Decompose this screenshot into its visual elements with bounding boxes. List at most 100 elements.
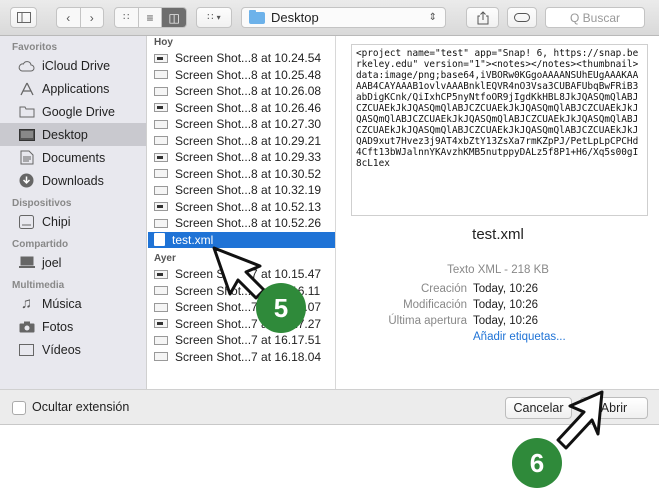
image-file-icon [154,319,168,329]
file-row[interactable]: Screen Shot...7 at 16.17.27 [148,316,335,333]
tags-button[interactable] [507,7,537,28]
file-name: Screen Shot...8 at 10.52.26 [175,216,322,231]
image-file-icon [154,169,168,179]
metadata-key: Creación [420,283,467,295]
sidebar-section-media: Multimedia [12,280,65,291]
file-name: Screen Shot...7 at 16.17.27 [175,316,322,331]
image-file-icon [154,218,168,228]
metadata-value: Today, 10:26 [473,283,539,295]
list-icon: ≡ [146,10,154,25]
columns-icon: ◫ [168,10,180,25]
file-name: Screen Shot...7 at 16.18.04 [175,349,322,364]
file-row[interactable]: Screen Shot...8 at 10.25.48 [148,67,335,84]
view-mode-selector: ∷ ≡ ◫ [114,7,187,28]
file-row-selected[interactable]: test.xml [148,231,335,248]
file-name: Screen Shot...8 at 10.26.08 [175,84,322,99]
image-file-icon [154,202,168,212]
file-name: Screen Shot...8 at 10.52.13 [175,199,322,214]
sidebar-item-chipi[interactable]: Chipi [0,210,146,233]
file-row[interactable]: Screen Shot...8 at 10.30.52 [148,166,335,183]
arrange-button[interactable]: ∷ ▾ [196,7,232,28]
column-view-button[interactable]: ◫ [162,8,186,27]
file-name: Screen Shot...8 at 10.30.52 [175,166,322,181]
file-row[interactable]: Screen Shot...8 at 10.29.21 [148,133,335,150]
open-button[interactable]: Abrir [580,397,648,419]
metadata-value: Today, 10:26 [473,315,539,327]
file-row[interactable]: Screen Shot...7 at 10.14.07 [148,299,335,316]
search-placeholder: Q Buscar [569,10,620,25]
file-row[interactable]: Screen Shot...8 at 10.52.13 [148,199,335,216]
image-file-icon [154,286,168,296]
cancel-button[interactable]: Cancelar [505,397,572,419]
file-row[interactable]: Screen Shot...7 at 10.16.11 [148,283,335,300]
list-view-button[interactable]: ≡ [139,8,163,27]
file-row[interactable]: Screen Shot...8 at 10.52.26 [148,215,335,232]
section-header-yesterday: Ayer [154,253,176,264]
share-button[interactable] [466,7,499,28]
sidebar-toggle-button[interactable] [10,7,37,28]
hide-extension-checkbox[interactable] [12,401,26,415]
sidebar-item-videos[interactable]: Vídeos [0,338,146,361]
file-name: Screen Shot...7 at 10.16.11 [175,283,321,298]
back-forward-buttons: ‹ › [56,7,104,28]
desktop-icon [18,127,35,142]
file-row[interactable]: Screen Shot...8 at 10.26.08 [148,83,335,100]
file-name: test.xml [172,232,214,247]
sidebar-item-music[interactable]: ♫ Música [0,292,146,315]
dialog-footer: Ocultar extensión Cancelar Abrir [0,389,659,424]
yesterday-file-list: Screen Shot...7 at 10.15.47 Screen Shot..… [148,266,335,365]
sidebar-item-photos[interactable]: Fotos [0,315,146,338]
sidebar-section-favorites: Favoritos [12,42,58,53]
sidebar-item-google-drive[interactable]: Google Drive [0,100,146,123]
file-row[interactable]: Screen Shot...7 at 16.18.04 [148,349,335,366]
toolbar: ‹ › ∷ ≡ ◫ ∷ ▾ Desktop ⇕ Q Buscar [0,0,659,36]
location-popup[interactable]: Desktop ⇕ [241,7,446,28]
music-icon: ♫ [20,295,33,312]
xml-file-icon [154,233,165,247]
image-file-icon [154,269,168,279]
metadata-value: Today, 10:26 [473,299,539,311]
file-name: Screen Shot...8 at 10.29.21 [175,133,322,148]
image-file-icon [154,152,168,162]
sidebar: Favoritos iCloud Drive Applications Goog… [0,36,147,389]
metadata-key: Última apertura [388,315,467,327]
back-button[interactable]: ‹ [57,8,81,27]
folder-icon [18,104,35,119]
disk-icon [18,214,35,229]
cloud-icon [18,58,35,73]
forward-button[interactable]: › [81,8,104,27]
sidebar-item-label: Downloads [42,173,104,188]
sidebar-item-downloads[interactable]: Downloads [0,169,146,192]
grid-icon: ∷ [123,12,130,23]
sidebar-item-label: Desktop [42,127,88,142]
sidebar-item-icloud-drive[interactable]: iCloud Drive [0,54,146,77]
sidebar-item-label: joel [42,255,62,270]
camera-icon [18,319,35,334]
add-tags-link[interactable]: Añadir etiquetas... [473,331,566,343]
sidebar-item-documents[interactable]: Documents [0,146,146,169]
image-file-icon [154,119,168,129]
icon-view-button[interactable]: ∷ [115,8,139,27]
sidebar-item-label: Applications [42,81,110,96]
file-row[interactable]: Screen Shot...7 at 10.15.47 [148,266,335,283]
file-row[interactable]: Screen Shot...8 at 10.26.46 [148,100,335,117]
file-row[interactable]: Screen Shot...8 at 10.29.33 [148,149,335,166]
step-badge: 6 [512,438,562,488]
sidebar-item-desktop[interactable]: Desktop [0,123,146,146]
file-row[interactable]: Screen Shot...8 at 10.32.19 [148,182,335,199]
section-header-today: Hoy [154,37,173,48]
film-icon [18,342,35,357]
search-input[interactable]: Q Buscar [545,7,645,28]
computer-icon [18,255,35,270]
file-name: Screen Shot...8 at 10.25.48 [175,67,322,82]
file-row[interactable]: Screen Shot...8 at 10.27.30 [148,116,335,133]
image-file-icon [154,70,168,80]
file-row[interactable]: Screen Shot...8 at 10.24.54 [148,50,335,67]
chevron-left-icon: ‹ [66,10,71,25]
file-name: Screen Shot...7 at 16.17.51 [175,333,322,348]
hide-extension-label: Ocultar extensión [32,400,130,414]
file-row[interactable]: Screen Shot...7 at 16.17.51 [148,332,335,349]
sidebar-item-joel[interactable]: joel [0,251,146,274]
file-name: Screen Shot...8 at 10.27.30 [175,117,322,132]
sidebar-item-applications[interactable]: Applications [0,77,146,100]
